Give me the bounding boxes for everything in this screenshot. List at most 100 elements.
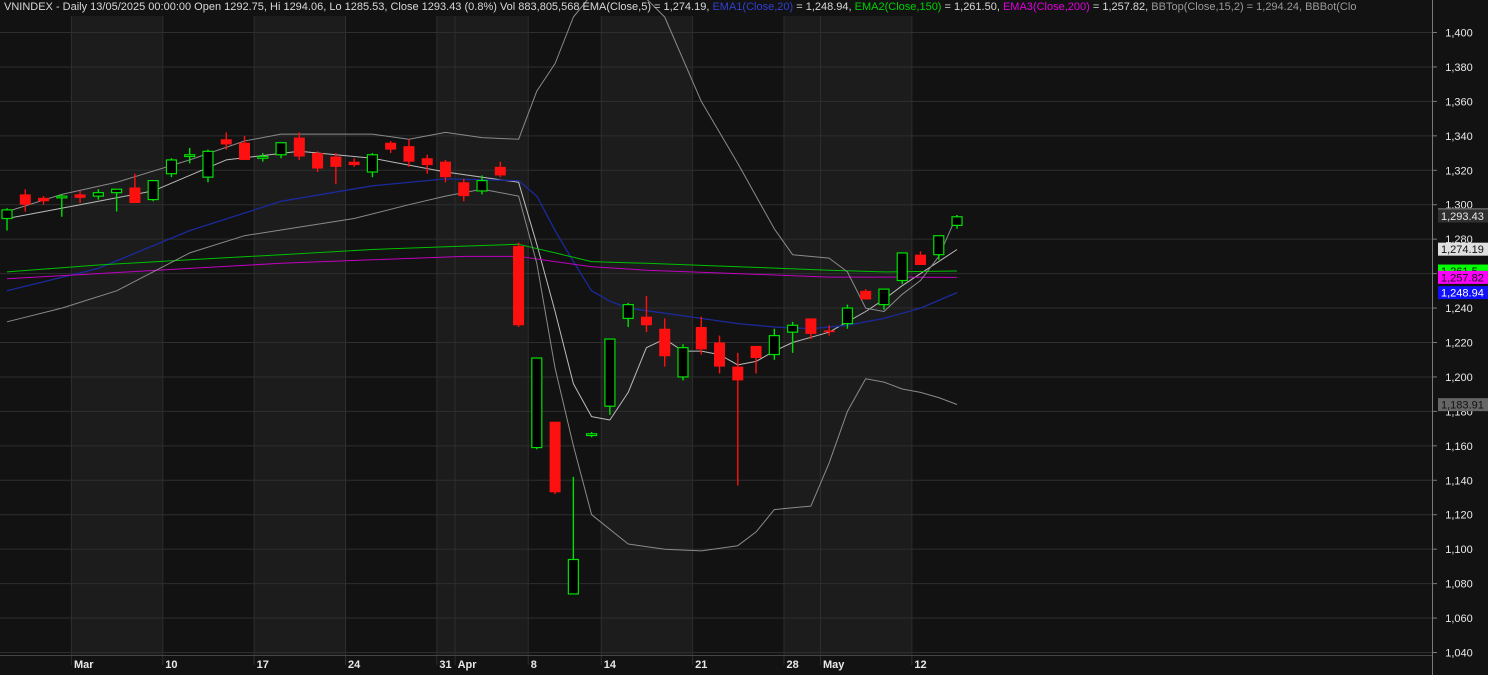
y-tick-label: 1,320	[1445, 165, 1473, 177]
candle-body-down[interactable]	[458, 182, 470, 197]
candle-body-down[interactable]	[823, 330, 835, 333]
candle-body-up[interactable]	[531, 357, 543, 449]
candle-body-down[interactable]	[19, 194, 31, 205]
candle-body-up[interactable]	[165, 159, 178, 175]
candle-body-up[interactable]	[275, 142, 287, 156]
x-tick-label: 14	[604, 659, 617, 671]
week-band	[70, 16, 163, 655]
week-band	[436, 16, 528, 655]
chart-header: VNINDEX - Daily 13/05/2025 00:00:00 Open…	[4, 1, 1430, 15]
candle-body-down[interactable]	[915, 254, 926, 265]
candle-body-down[interactable]	[293, 137, 305, 157]
ema2-label: EMA2(Close,150)	[854, 1, 942, 13]
x-tick-label: 8	[531, 659, 537, 671]
bbbot-label: BBBot(Clo	[1305, 1, 1357, 13]
x-tick-label: 17	[257, 659, 269, 671]
candle-body-up[interactable]	[878, 288, 890, 306]
candle-body-down[interactable]	[805, 318, 817, 334]
price-tag-label: 1,274.19	[1441, 244, 1484, 256]
y-tick-label: 1,220	[1445, 338, 1473, 350]
y-tick-label: 1,400	[1445, 28, 1473, 40]
chart-window: 1,040 1,060 1,080 1,100 1,120 1,140 1,160 1,180…	[0, 0, 1488, 675]
candle-body-down[interactable]	[348, 161, 360, 166]
week-band	[253, 16, 345, 655]
bbtop-label: BBTop(Close,15,2) = 1,294.24,	[1151, 1, 1303, 13]
candle-body-up[interactable]	[184, 154, 196, 158]
y-tick-label: 1,120	[1445, 510, 1473, 522]
candle-body-up[interactable]	[147, 180, 159, 201]
candle-body-up[interactable]	[933, 235, 945, 256]
week-band	[600, 16, 693, 655]
y-tick-label: 1,360	[1445, 96, 1473, 108]
candle-body-up[interactable]	[677, 347, 689, 378]
x-tick-label: 24	[348, 659, 361, 671]
x-tick-label: 28	[786, 659, 798, 671]
candle-body-up[interactable]	[586, 433, 598, 437]
candle-body-up[interactable]	[257, 155, 269, 159]
candle-body-down[interactable]	[695, 327, 707, 350]
candle-body-down[interactable]	[714, 342, 726, 367]
y-tick-label: 1,080	[1445, 579, 1473, 591]
candle-body-up[interactable]	[951, 216, 963, 226]
candle-body-up[interactable]	[622, 304, 634, 319]
x-tick-label: 12	[914, 659, 926, 671]
candle-body-down[interactable]	[513, 246, 525, 326]
y-tick-label: 1,200	[1445, 372, 1473, 384]
ema1-value: = 1,248.94,	[793, 1, 852, 13]
candle-body-down[interactable]	[74, 194, 86, 198]
candle-body-down[interactable]	[860, 290, 872, 300]
candle-body-down[interactable]	[494, 166, 506, 176]
candle-body-down[interactable]	[750, 345, 762, 358]
x-tick-label: May	[823, 659, 845, 671]
y-tick-label: 1,160	[1445, 441, 1473, 453]
candle-body-up[interactable]	[92, 192, 104, 197]
x-tick-label: 31	[439, 659, 451, 671]
candle-body-up[interactable]	[202, 150, 214, 178]
price-chart[interactable]: 1,0401,0601,0801,1001,1201,1401,1601,180…	[0, 0, 1488, 675]
candle-body-down[interactable]	[403, 146, 415, 162]
candle-body-down[interactable]	[640, 316, 652, 326]
y-tick-label: 1,380	[1445, 62, 1473, 74]
ema1-label: EMA1(Close,20)	[712, 1, 794, 13]
candle-body-up[interactable]	[841, 307, 854, 325]
candle-body-down[interactable]	[421, 158, 433, 166]
candle-body-down[interactable]	[220, 139, 232, 145]
candle-body-down[interactable]	[312, 153, 324, 169]
price-tag-label: 1,257.82	[1441, 272, 1484, 284]
price-tag-label: 1,293.43	[1441, 211, 1484, 223]
candle-body-up[interactable]	[366, 154, 378, 173]
candle-body-down[interactable]	[659, 328, 671, 357]
week-band	[783, 16, 912, 655]
candle-body-up[interactable]	[111, 188, 123, 194]
candle-body-down[interactable]	[330, 156, 342, 167]
candle-body-down[interactable]	[549, 421, 561, 493]
candle-body-up[interactable]	[56, 195, 68, 199]
ema2-value: = 1,261.50,	[941, 1, 1000, 13]
candle-body-up[interactable]	[768, 335, 780, 356]
x-tick-label: Mar	[74, 659, 94, 671]
ema-label: EMA(Close,5) = 1,274.19,	[582, 1, 710, 13]
candle-body-up[interactable]	[1, 209, 13, 220]
candle-body-down[interactable]	[239, 142, 251, 160]
candle-body-down[interactable]	[439, 161, 451, 178]
y-tick-label: 1,100	[1445, 544, 1473, 556]
candle-body-up[interactable]	[896, 252, 908, 282]
candle-body-down[interactable]	[38, 197, 50, 202]
candle-body-down[interactable]	[129, 187, 141, 204]
price-tag-label: 1,183.91	[1441, 400, 1484, 412]
candle-body-up[interactable]	[604, 338, 616, 407]
candle-body-down[interactable]	[385, 142, 397, 150]
symbol-info: VNINDEX - Daily 13/05/2025 00:00:00 Open…	[4, 1, 580, 13]
x-tick-label: Apr	[458, 659, 478, 671]
candle-body-down[interactable]	[732, 366, 744, 381]
y-tick-label: 1,060	[1445, 613, 1473, 625]
y-tick-label: 1,040	[1445, 648, 1473, 660]
candle-body-up[interactable]	[567, 558, 579, 595]
ema3-label: EMA3(Close,200)	[1002, 1, 1090, 13]
candle-body-up[interactable]	[787, 324, 799, 333]
x-tick-label: 10	[165, 659, 177, 671]
y-tick-label: 1,340	[1445, 131, 1473, 143]
ema3-value: = 1,257.82,	[1089, 1, 1149, 13]
y-tick-label: 1,240	[1445, 303, 1473, 315]
candle-body-up[interactable]	[476, 180, 488, 192]
